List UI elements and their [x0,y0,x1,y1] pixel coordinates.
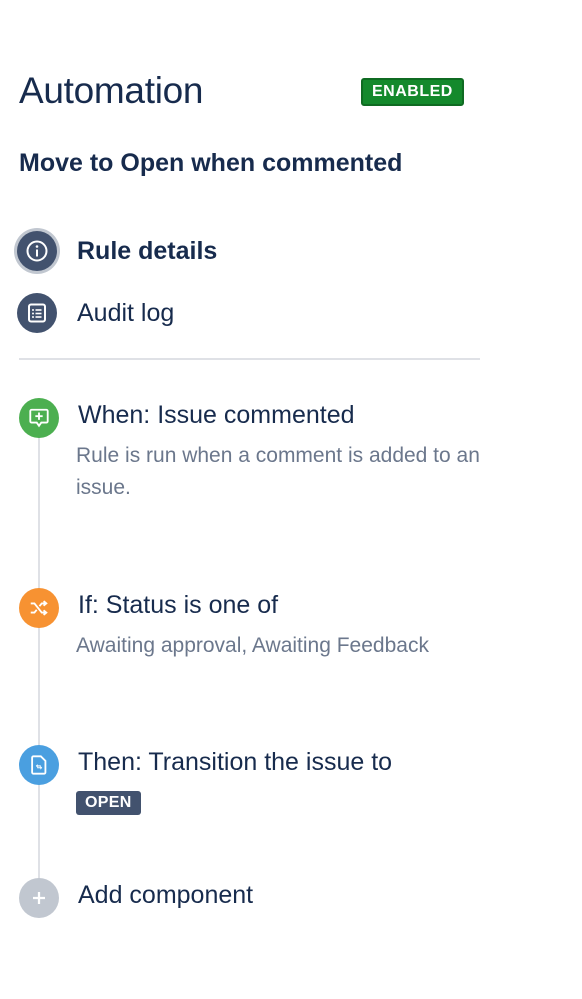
list-icon [17,293,57,333]
comment-add-icon [19,398,59,438]
nav-audit-log[interactable]: Audit log [17,293,174,333]
transition-doc-icon [19,745,59,785]
component-description: Awaiting approval, Awaiting Feedback [76,634,429,657]
shuffle-icon [19,588,59,628]
component-title: If: Status is one of [78,591,279,619]
enabled-status-badge: ENABLED [361,78,464,106]
nav-rule-details[interactable]: Rule details [17,231,217,271]
automation-header: Automation ENABLED [19,70,479,114]
component-title: When: Issue commented [78,401,355,429]
status-lozenge-open: OPEN [76,791,141,815]
add-component-label: Add component [78,881,254,909]
page-title: Automation [19,70,204,111]
component-title: Then: Transition the issue to [78,748,393,776]
component-trigger[interactable]: When: Issue commented Rule is run when a… [19,398,480,508]
rule-name: Move to Open when commented [19,149,403,177]
plus-icon [19,878,59,918]
add-component-button[interactable]: Add component [19,878,319,920]
component-description: Rule is run when a comment is added to a… [76,444,480,499]
divider [19,358,480,360]
component-condition[interactable]: If: Status is one of Awaiting approval, … [19,588,479,668]
component-action[interactable]: Then: Transition the issue to OPEN [19,745,479,825]
nav-rule-details-label: Rule details [77,236,218,265]
nav-audit-log-label: Audit log [77,298,175,327]
info-icon [17,231,57,271]
